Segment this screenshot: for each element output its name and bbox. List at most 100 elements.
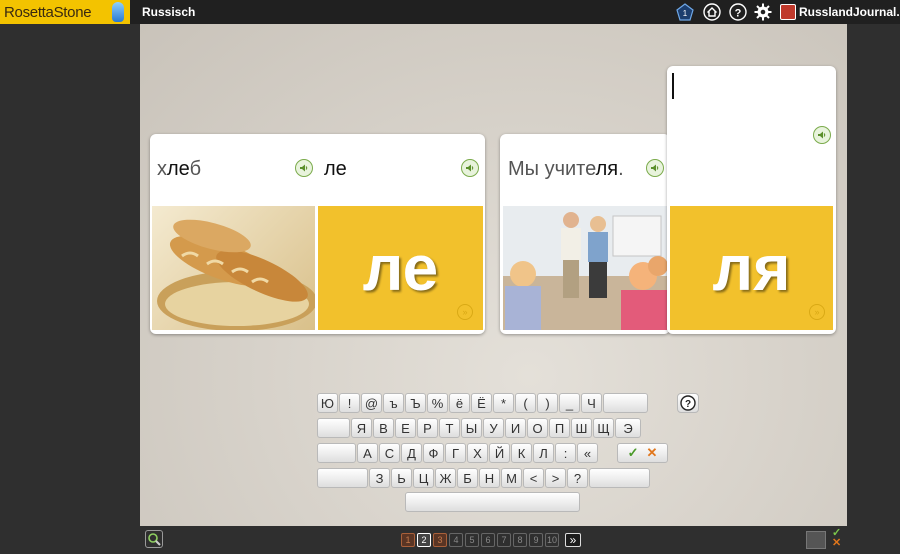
page-button[interactable]: 3 — [433, 533, 447, 547]
logo-text: RosettaStone — [4, 3, 92, 21]
left-margin — [0, 24, 140, 526]
card-pair-bread: хлеб ле ле » — [150, 134, 485, 334]
keyboard-key[interactable]: ) — [537, 393, 558, 413]
keyboard-key[interactable]: : — [555, 443, 576, 463]
keyboard-key[interactable]: З — [369, 468, 390, 488]
keyboard-key[interactable]: А — [357, 443, 378, 463]
keyboard-key[interactable] — [317, 468, 368, 488]
keyboard-key[interactable]: Л — [533, 443, 554, 463]
keyboard-key[interactable]: Е — [395, 418, 416, 438]
word-part: б — [189, 158, 202, 180]
keyboard-key[interactable]: Ы — [461, 418, 482, 438]
logo-stone-icon — [112, 2, 124, 22]
card-answer: ля » — [667, 66, 836, 334]
speaker-icon[interactable] — [295, 159, 313, 177]
card-teachers: Мы учителя. — [500, 134, 670, 334]
keyboard-key[interactable]: < — [523, 468, 544, 488]
home-icon[interactable] — [703, 3, 721, 21]
space-bar[interactable] — [405, 492, 580, 512]
keyboard-key[interactable]: Ь — [391, 468, 412, 488]
keyboard-key[interactable]: Ш — [571, 418, 592, 438]
keyboard-key[interactable]: ! — [339, 393, 360, 413]
keyboard-key[interactable]: Й — [489, 443, 510, 463]
keyboard-key[interactable]: Я — [351, 418, 372, 438]
keyboard-key[interactable]: Щ — [593, 418, 614, 438]
keyboard-key[interactable]: Н — [479, 468, 500, 488]
keyboard-key[interactable]: В — [373, 418, 394, 438]
gear-icon[interactable] — [754, 3, 772, 21]
keyboard-key[interactable]: Ъ — [405, 393, 426, 413]
keyboard-key[interactable]: Ч — [581, 393, 602, 413]
keyboard-key[interactable]: Ц — [413, 468, 434, 488]
keyboard-key[interactable] — [603, 393, 648, 413]
brand-label: RusslandJournal.de — [799, 5, 900, 19]
page-button[interactable]: 9 — [529, 533, 543, 547]
keyboard-key[interactable]: > — [545, 468, 566, 488]
keyboard-key[interactable]: Х — [467, 443, 488, 463]
check-icon: ✓ — [627, 445, 639, 460]
bread-image[interactable] — [152, 206, 315, 330]
syllable-large: ля — [712, 232, 791, 304]
keyboard-key[interactable] — [317, 418, 350, 438]
keyboard-key[interactable]: _ — [559, 393, 580, 413]
grid-icon[interactable] — [806, 531, 826, 549]
keyboard-key[interactable]: Ф — [423, 443, 444, 463]
help-icon[interactable]: ? — [729, 3, 747, 21]
word-part: х — [157, 158, 167, 180]
keyboard-key[interactable]: Т — [439, 418, 460, 438]
keyboard-key[interactable]: Ю — [317, 393, 338, 413]
page-button[interactable]: 5 — [465, 533, 479, 547]
syllable-large: ле — [362, 232, 439, 304]
keyboard-key[interactable]: Ж — [435, 468, 456, 488]
word-highlight: ле — [167, 158, 190, 180]
speaker-icon[interactable] — [813, 126, 831, 144]
keyboard-key[interactable]: И — [505, 418, 526, 438]
next-page-button[interactable]: » — [565, 533, 581, 547]
keyboard-key[interactable]: С — [379, 443, 400, 463]
keyboard-key[interactable]: ё — [449, 393, 470, 413]
keyboard-key[interactable]: @ — [361, 393, 382, 413]
keyboard-key[interactable]: У — [483, 418, 504, 438]
keyboard-key[interactable]: ? — [567, 468, 588, 488]
keyboard-key[interactable]: Д — [401, 443, 422, 463]
keyboard-key[interactable]: Б — [457, 468, 478, 488]
brand-link[interactable]: RusslandJournal.de — [780, 3, 900, 21]
keyboard-help-button[interactable]: ? — [677, 393, 699, 413]
teachers-image[interactable] — [503, 206, 667, 330]
rosetta-stone-logo: RosettaStone — [0, 0, 130, 24]
keyboard-key[interactable]: Р — [417, 418, 438, 438]
check-answer-key[interactable]: ✓ ✕ — [617, 443, 668, 463]
keyboard-key[interactable] — [589, 468, 650, 488]
keyboard-key[interactable]: Г — [445, 443, 466, 463]
keyboard-key[interactable]: Э — [615, 418, 641, 438]
keyboard-key[interactable]: М — [501, 468, 522, 488]
page-button[interactable]: 7 — [497, 533, 511, 547]
forward-icon[interactable]: » — [809, 304, 825, 320]
page-button[interactable]: 4 — [449, 533, 463, 547]
keyboard-key[interactable]: % — [427, 393, 448, 413]
speaker-icon[interactable] — [646, 159, 664, 177]
svg-text:1: 1 — [683, 9, 688, 18]
page-button[interactable]: 2 — [417, 533, 431, 547]
word-text: хлеб — [157, 158, 201, 181]
top-bar: RosettaStone Russisch 1 ? RusslandJourna… — [0, 0, 900, 24]
keyboard-key[interactable]: * — [493, 393, 514, 413]
keyboard-key[interactable]: О — [527, 418, 548, 438]
keyboard-key[interactable]: К — [511, 443, 532, 463]
level-badge-icon[interactable]: 1 — [676, 3, 694, 21]
flag-icon — [780, 4, 796, 20]
keyboard-key[interactable]: ( — [515, 393, 536, 413]
keyboard-key[interactable]: Ё — [471, 393, 492, 413]
zoom-icon[interactable] — [145, 530, 163, 548]
page-button[interactable]: 8 — [513, 533, 527, 547]
page-button[interactable]: 10 — [545, 533, 559, 547]
page-button[interactable]: 6 — [481, 533, 495, 547]
speaker-icon[interactable] — [461, 159, 479, 177]
cross-icon: ✕ — [646, 445, 658, 460]
keyboard-key[interactable]: « — [577, 443, 598, 463]
keyboard-key[interactable]: П — [549, 418, 570, 438]
keyboard-key[interactable]: ъ — [383, 393, 404, 413]
page-button[interactable]: 1 — [401, 533, 415, 547]
forward-icon[interactable]: » — [457, 304, 473, 320]
keyboard-key[interactable] — [317, 443, 356, 463]
